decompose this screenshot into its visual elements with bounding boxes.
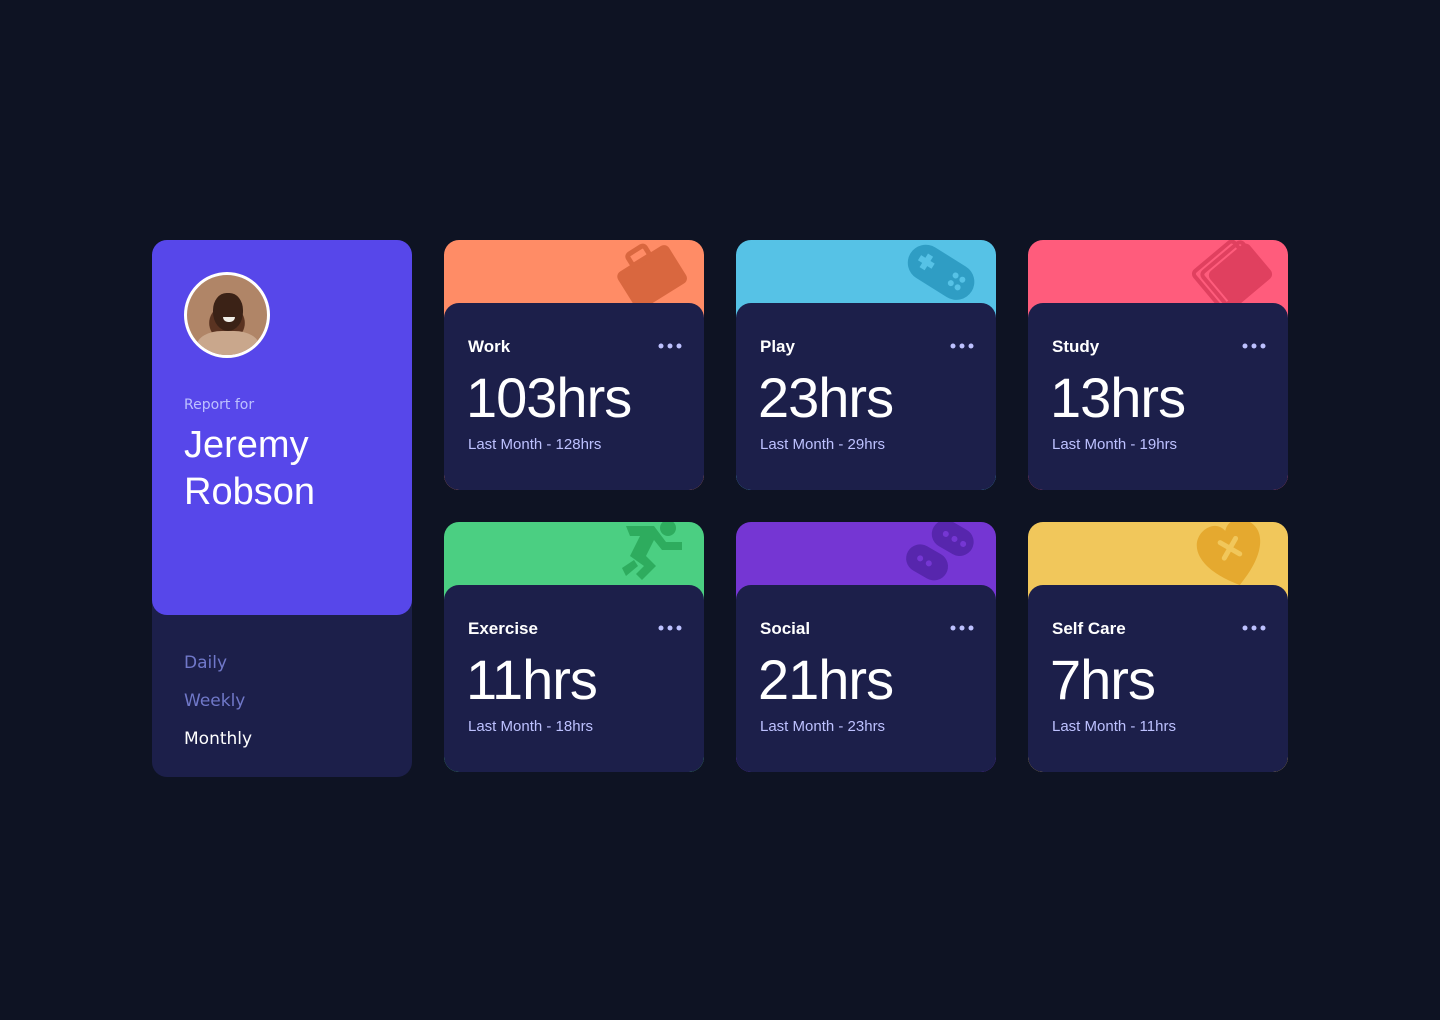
period-weekly[interactable]: Weekly [184, 682, 252, 720]
heart-icon [1196, 522, 1261, 585]
ellipsis-icon[interactable] [658, 621, 682, 635]
ellipsis-icon[interactable] [1242, 621, 1266, 635]
activity-card-study: Study 13hrs Last Month - 19hrs [1028, 240, 1288, 490]
dashboard: Report for Jeremy Robson Daily Weekly Mo… [152, 240, 1288, 777]
profile-card: Report for Jeremy Robson Daily Weekly Mo… [152, 240, 412, 777]
card-body[interactable]: Exercise 11hrs Last Month - 18hrs [444, 585, 704, 772]
previous-hours: Last Month - 11hrs [1052, 718, 1176, 735]
card-body[interactable]: Self Care 7hrs Last Month - 11hrs [1028, 585, 1288, 772]
activity-title: Study [1052, 337, 1100, 356]
activity-title: Work [468, 337, 511, 356]
profile-header: Report for Jeremy Robson [152, 240, 412, 615]
speech-bubble-icon [906, 522, 974, 581]
activity-title: Self Care [1052, 619, 1126, 638]
period-daily[interactable]: Daily [184, 644, 252, 682]
card-body[interactable]: Play 23hrs Last Month - 29hrs [736, 303, 996, 490]
activity-title: Play [760, 337, 795, 356]
previous-hours: Last Month - 29hrs [760, 436, 886, 453]
current-hours: 7hrs [1050, 648, 1156, 711]
briefcase-icon [617, 243, 687, 310]
running-icon [622, 522, 682, 580]
card-body[interactable]: Work 103hrs Last Month - 128hrs [444, 303, 704, 490]
period-monthly[interactable]: Monthly [184, 720, 252, 758]
current-hours: 23hrs [758, 366, 894, 429]
ellipsis-icon[interactable] [1242, 339, 1266, 353]
gamepad-icon [907, 244, 975, 300]
card-body[interactable]: Study 13hrs Last Month - 19hrs [1028, 303, 1288, 490]
card-body[interactable]: Social 21hrs Last Month - 23hrs [736, 585, 996, 772]
activity-card-exercise: Exercise 11hrs Last Month - 18hrs [444, 522, 704, 772]
current-hours: 21hrs [758, 648, 894, 711]
previous-hours: Last Month - 23hrs [760, 718, 886, 735]
previous-hours: Last Month - 18hrs [468, 718, 594, 735]
ellipsis-icon[interactable] [658, 339, 682, 353]
avatar [184, 272, 270, 358]
activity-card-self-care: Self Care 7hrs Last Month - 11hrs [1028, 522, 1288, 772]
period-selector: Daily Weekly Monthly [184, 644, 252, 758]
current-hours: 11hrs [466, 648, 598, 711]
report-for-label: Report for [184, 397, 255, 413]
ellipsis-icon[interactable] [950, 339, 974, 353]
current-hours: 13hrs [1050, 366, 1186, 429]
user-name: Jeremy Robson [184, 424, 315, 513]
ellipsis-icon[interactable] [950, 621, 974, 635]
activity-title: Exercise [468, 619, 538, 638]
previous-hours: Last Month - 19hrs [1052, 436, 1178, 453]
current-hours: 103hrs [466, 366, 632, 429]
activity-card-play: Play 23hrs Last Month - 29hrs [736, 240, 996, 490]
activity-title: Social [760, 619, 811, 638]
previous-hours: Last Month - 128hrs [468, 436, 602, 453]
book-icon [1191, 240, 1273, 310]
activity-card-social: Social 21hrs Last Month - 23hrs [736, 522, 996, 772]
activity-card-work: Work 103hrs Last Month - 128hrs [444, 240, 704, 490]
